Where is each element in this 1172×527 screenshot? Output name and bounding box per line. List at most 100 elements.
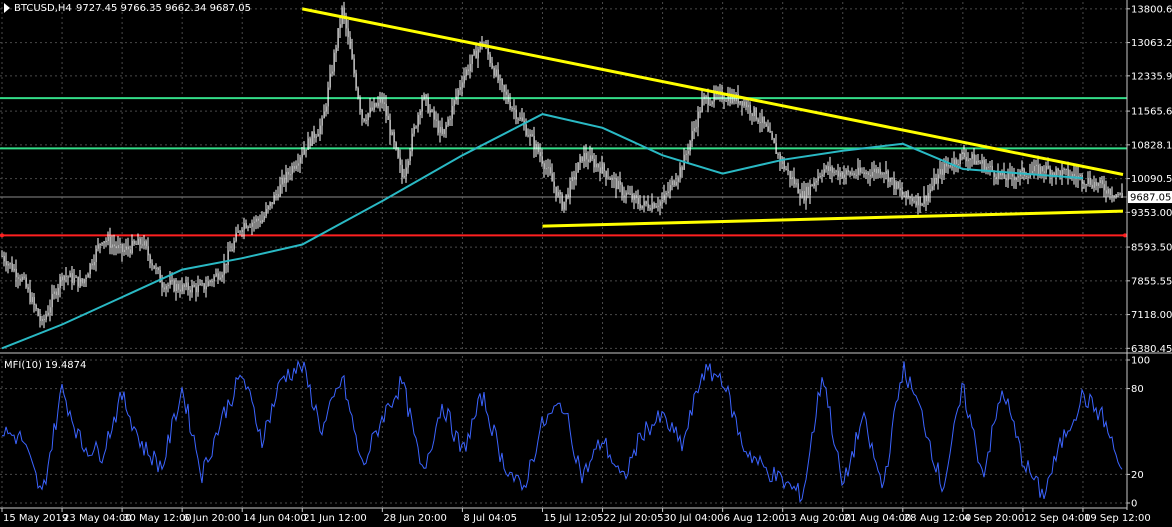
candle-body	[651, 203, 653, 210]
candle-body	[309, 138, 311, 146]
candle-body	[305, 149, 307, 151]
candle-body	[971, 154, 973, 159]
candle-body	[775, 143, 777, 154]
candle-body	[3, 256, 5, 262]
candle-body	[875, 168, 877, 174]
candle-body	[99, 244, 101, 246]
candle-body	[455, 96, 457, 101]
candle-body	[91, 263, 93, 266]
candle-body	[1111, 195, 1113, 197]
candle-body	[195, 286, 197, 293]
candle-body	[751, 113, 753, 116]
candle-body	[603, 163, 605, 172]
candle-body	[741, 101, 743, 106]
candle-body	[753, 107, 755, 116]
candle-body	[843, 174, 845, 178]
candle-body	[233, 241, 235, 250]
candle-body	[507, 94, 509, 102]
candle-body	[871, 172, 873, 177]
candle-body	[55, 291, 57, 296]
candle-body	[783, 160, 785, 169]
candle-body	[975, 160, 977, 165]
candle-body	[813, 182, 815, 186]
candle-body	[635, 194, 637, 198]
candle-body	[13, 268, 15, 271]
candle-body	[577, 162, 579, 173]
candle-body	[377, 102, 379, 107]
candle-body	[525, 124, 527, 136]
candle-body	[1005, 178, 1007, 181]
candle-body	[235, 232, 237, 242]
candle-body	[1079, 175, 1081, 177]
candle-body	[177, 283, 179, 290]
candle-body	[951, 166, 953, 168]
candle-body	[83, 279, 85, 284]
candle-body	[675, 181, 677, 186]
candle-body	[755, 107, 757, 120]
time-tick-label: 30 May 12:00	[123, 513, 192, 524]
candle-body	[771, 132, 773, 139]
candle-body	[637, 197, 639, 205]
candle-body	[795, 183, 797, 185]
candle-body	[685, 153, 687, 155]
candle-body	[757, 119, 759, 123]
candle-body	[1071, 173, 1073, 177]
candle-body	[167, 284, 169, 287]
candle-body	[847, 170, 849, 172]
candle-body	[763, 116, 765, 124]
candle-body	[1099, 180, 1101, 184]
candle-body	[61, 276, 63, 281]
candle-body	[1063, 169, 1065, 171]
candle-body	[53, 291, 55, 294]
candle-body	[49, 307, 51, 313]
candle-body	[289, 174, 291, 176]
candle-body	[423, 94, 425, 100]
candle-body	[899, 188, 901, 191]
candle-body	[411, 133, 413, 152]
candle-body	[239, 231, 241, 233]
candle-body	[927, 192, 929, 202]
candle-body	[273, 195, 275, 205]
candle-body	[917, 196, 919, 206]
candle-body	[313, 131, 315, 138]
time-tick-label: 19 Sep 12:00	[1084, 513, 1151, 524]
candle-body	[297, 163, 299, 166]
candle-body	[291, 166, 293, 175]
candle-body	[565, 194, 567, 202]
candle-body	[995, 176, 997, 180]
candle-body	[673, 180, 675, 186]
candle-body	[809, 184, 811, 196]
candle-body	[47, 312, 49, 316]
candle-body	[421, 99, 423, 112]
candle-body	[853, 173, 855, 176]
symbol-header: BTCUSD,H4	[14, 3, 72, 14]
candle-body	[919, 196, 921, 206]
candle-body	[669, 185, 671, 192]
candle-body	[445, 125, 447, 130]
candle-body	[1119, 193, 1121, 195]
candle-body	[259, 220, 261, 223]
candle-body	[1045, 165, 1047, 173]
candle-body	[521, 117, 523, 121]
candle-body	[619, 180, 621, 185]
candle-body	[7, 263, 9, 266]
candle-body	[1091, 184, 1093, 188]
candle-body	[929, 189, 931, 193]
candle-body	[705, 96, 707, 98]
candle-body	[69, 273, 71, 278]
candle-body	[187, 282, 189, 290]
candle-body	[581, 156, 583, 162]
candle-body	[357, 88, 359, 99]
candle-body	[223, 263, 225, 275]
candle-body	[419, 111, 421, 116]
candle-body	[867, 172, 869, 175]
candle-body	[529, 134, 531, 137]
candle-body	[1057, 168, 1059, 171]
candle-body	[969, 158, 971, 160]
candle-body	[1101, 180, 1103, 185]
candle-body	[547, 167, 549, 169]
candle-body	[537, 144, 539, 153]
candle-body	[533, 136, 535, 150]
candle-body	[135, 243, 137, 245]
chart-canvas[interactable]: BTCUSD,H4 9727.45 9766.35 9662.34 9687.0…	[0, 0, 1172, 527]
